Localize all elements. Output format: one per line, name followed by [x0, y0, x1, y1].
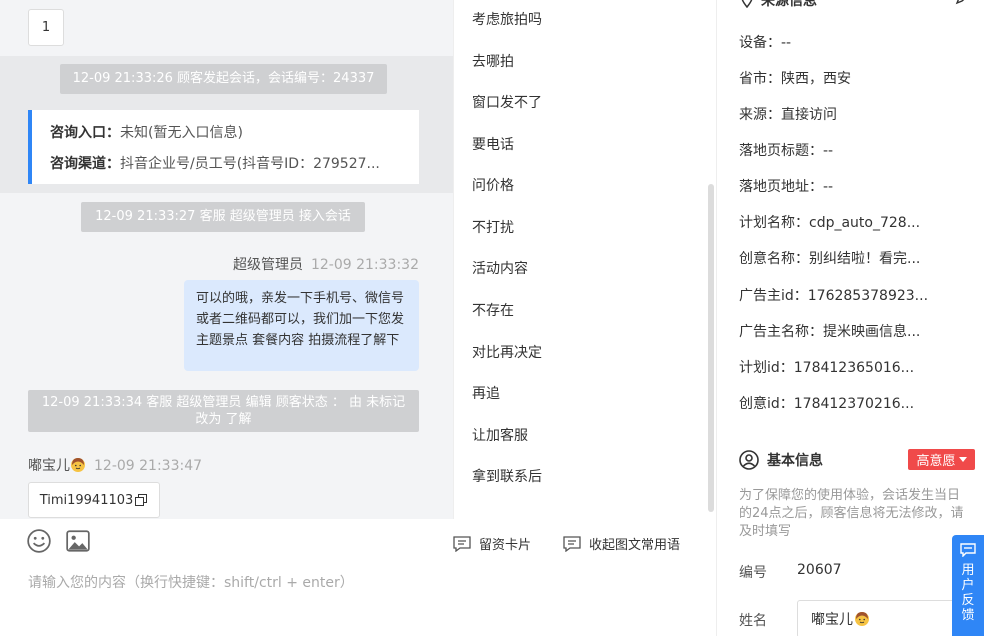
phrase-item[interactable]: 要电话 [472, 134, 514, 154]
source-origin: 来源：直接访问 [739, 107, 837, 123]
source-plan-id: 计划id：178412365016... [739, 360, 915, 376]
chat-workspace: 1 12-09 21:33:26 顾客发起会话，会话编号：24337 咨询入口：… [0, 0, 984, 636]
source-device: 设备：-- [739, 35, 792, 51]
phrase-item[interactable]: 活动内容 [472, 258, 528, 278]
name-emoji-icon [855, 612, 869, 626]
customer-message-meta: 嘟宝儿 12-09 21:33:47 [28, 455, 202, 475]
source-region: 省市：陕西，西安 [739, 71, 851, 87]
lead-card-button[interactable]: 留资卡片 [453, 534, 531, 553]
name-value: 嘟宝儿 [811, 612, 853, 628]
system-message-agent-join: 12-09 21:33:27 客服 超级管理员 接入会话 [81, 202, 365, 232]
agent-message-bubble: 可以的哦，亲发一下手机号、微信号或者二维码都可以，我们加一下您发主题景点 套餐内… [184, 280, 419, 371]
edit-notice: 为了保障您的使用体验，会话发生当日的24点之后，顾客信息将无法修改，请及时填写 [739, 488, 964, 539]
agent-message-time: 12-09 21:33:32 [310, 257, 419, 273]
customer-name: 嘟宝儿 [28, 458, 70, 474]
phrase-item[interactable]: 拿到联系后 [472, 466, 542, 486]
phrase-item[interactable]: 不存在 [472, 300, 514, 320]
system-message-session-start: 12-09 21:33:26 顾客发起会话，会话编号：24337 [60, 64, 387, 94]
phrase-item[interactable]: 让加客服 [472, 425, 528, 445]
feedback-icon [960, 543, 976, 557]
channel-label: 咨询渠道： [50, 156, 120, 172]
emoji-icon[interactable] [26, 528, 52, 554]
message-list[interactable]: 1 12-09 21:33:26 顾客发起会话，会话编号：24337 咨询入口：… [0, 0, 453, 519]
lead-card-label: 留资卡片 [479, 538, 532, 553]
chat-panel: 1 12-09 21:33:26 顾客发起会话，会话编号：24337 咨询入口：… [0, 0, 453, 636]
name-field[interactable]: 嘟宝儿 [797, 600, 967, 636]
phrase-item[interactable]: 问价格 [472, 175, 514, 195]
basic-info-header: 基本信息 [739, 450, 823, 470]
intent-value: 高意愿 [916, 454, 956, 469]
phrase-item[interactable]: 再追 [472, 383, 500, 403]
card-icon [453, 535, 471, 552]
edit-icon[interactable] [955, 0, 971, 5]
entry-label: 咨询入口： [50, 125, 120, 141]
image-icon[interactable] [65, 528, 91, 554]
customer-message-text: Timi19941103 [39, 492, 134, 508]
source-plan-name: 计划名称：cdp_auto_728... [739, 215, 921, 231]
source-creative-id: 创意id：178412370216... [739, 396, 915, 412]
phrases-icon [563, 535, 581, 552]
caret-down-icon [958, 456, 967, 462]
feedback-label: 用户反馈 [961, 563, 975, 623]
consult-entry-card: 咨询入口：未知(暂无入口信息) 咨询渠道：抖音企业号/员工号(抖音号ID：279… [28, 110, 419, 184]
copy-icon[interactable] [135, 493, 148, 507]
page-number-chip[interactable]: 1 [28, 9, 64, 46]
source-creative-name: 创意名称：别纠结啦！看完... [739, 251, 921, 267]
customer-info-panel: 来源信息 设备：-- 省市：陕西，西安 来源：直接访问 落地页标题：-- 落地页… [717, 0, 984, 636]
source-info-header: 来源信息 [739, 0, 817, 10]
id-value: 20607 [797, 562, 842, 578]
channel-row: 咨询渠道：抖音企业号/员工号(抖音号ID：279527... [50, 153, 419, 184]
customer-emoji-icon [71, 458, 85, 472]
entry-row: 咨询入口：未知(暂无入口信息) [50, 122, 419, 153]
source-landing-title: 落地页标题：-- [739, 143, 834, 159]
name-label: 姓名 [739, 613, 767, 629]
source-landing-url: 落地页地址：-- [739, 179, 834, 195]
phrase-item[interactable]: 不打扰 [472, 217, 514, 237]
phrase-item[interactable]: 考虑旅拍吗 [472, 9, 542, 29]
quick-phrases-panel: 考虑旅拍吗 去哪拍 窗口发不了 要电话 问价格 不打扰 活动内容 不存在 对比再… [453, 0, 717, 519]
phrase-item[interactable]: 对比再决定 [472, 342, 542, 362]
phrase-item[interactable]: 去哪拍 [472, 51, 514, 71]
agent-name: 超级管理员 [232, 257, 303, 273]
system-message-status-edit: 12-09 21:33:34 客服 超级管理员 编辑 顾客状态 ： 由 未标记 … [28, 390, 419, 432]
id-label: 编号 [739, 565, 767, 581]
message-input[interactable]: 请输入您的内容（换行快捷键：shift/ctrl + enter） [28, 572, 354, 592]
source-info-title: 来源信息 [761, 0, 817, 9]
customer-message-chip[interactable]: Timi19941103 [28, 482, 160, 518]
agent-message-meta: 超级管理员 12-09 21:33:32 [233, 254, 419, 274]
entry-value: 未知(暂无入口信息) [120, 125, 243, 141]
customer-message-time: 12-09 21:33:47 [94, 458, 203, 474]
source-advertiser-id: 广告主id：176285378923... [739, 288, 929, 304]
basic-info-title: 基本信息 [767, 453, 823, 469]
channel-value: 抖音企业号/员工号(抖音号ID：279527... [120, 156, 380, 172]
feedback-button[interactable]: 用户反馈 [952, 535, 984, 636]
collapse-phrases-button[interactable]: 收起图文常用语 [563, 534, 680, 553]
user-icon [739, 450, 759, 470]
phrase-item[interactable]: 窗口发不了 [472, 92, 542, 112]
location-icon [741, 0, 753, 8]
source-advertiser-name: 广告主名称：提米映画信息... [739, 324, 921, 340]
intent-dropdown[interactable]: 高意愿 [908, 449, 975, 470]
collapse-phrases-label: 收起图文常用语 [589, 538, 681, 553]
phrases-scrollbar[interactable] [708, 184, 714, 512]
